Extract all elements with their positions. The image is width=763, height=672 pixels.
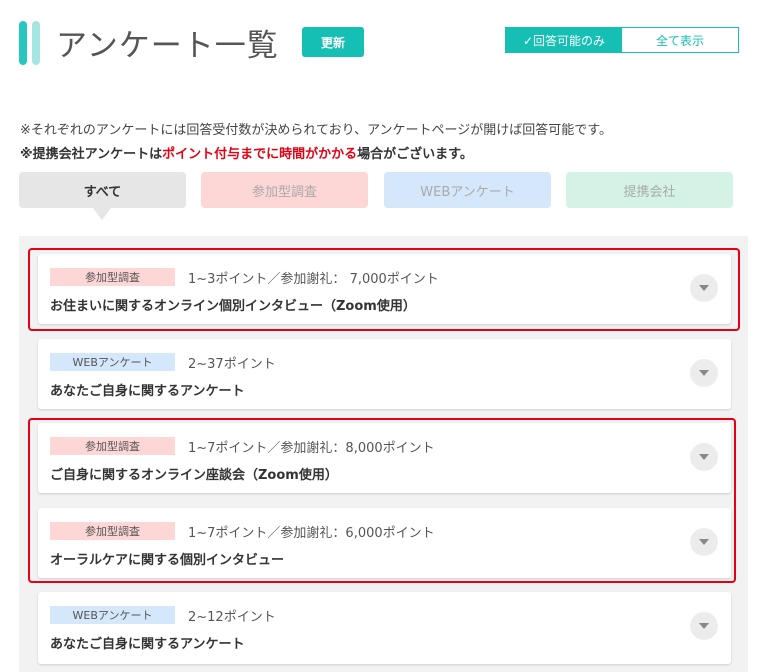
notice-warning-suffix: 場合がございます。	[357, 147, 473, 162]
tab-partner[interactable]: 提携会社	[566, 172, 733, 208]
toggle-answerable-only[interactable]: ✓回答可能のみ	[506, 28, 622, 52]
category-badge: WEBアンケート	[50, 606, 175, 624]
answerable-toggle: ✓回答可能のみ 全て表示	[505, 27, 739, 53]
survey-card[interactable]: WEBアンケート 2~37ポイント あなたご自身に関するアンケート	[38, 339, 731, 409]
chevron-down-icon[interactable]	[690, 612, 718, 640]
notice-warning-highlight: ポイント付与までに時間がかかる	[162, 147, 358, 162]
title-accent-bar-light	[32, 21, 40, 65]
tab-web-survey[interactable]: WEBアンケート	[384, 172, 551, 208]
title-accent-bar	[19, 21, 27, 65]
highlight-box	[28, 248, 740, 331]
chevron-down-icon[interactable]	[690, 359, 718, 387]
category-badge: WEBアンケート	[50, 353, 175, 371]
survey-points: 2~12ポイント	[188, 610, 276, 625]
highlight-box	[28, 418, 736, 583]
tab-participation-survey[interactable]: 参加型調査	[201, 172, 368, 208]
header: アンケート一覧 更新 ✓回答可能のみ 全て表示	[0, 0, 763, 80]
survey-title: あなたご自身に関するアンケート	[50, 637, 245, 652]
notice-warning: ※提携会社アンケートはポイント付与までに時間がかかる場合がございます。	[20, 143, 473, 162]
page-title: アンケート一覧	[56, 28, 279, 64]
notice-text: ※それぞれのアンケートには回答受付数が決められており、アンケートページが開けば回…	[20, 123, 612, 138]
tab-all[interactable]: すべて	[19, 172, 186, 220]
update-button[interactable]: 更新	[302, 27, 364, 57]
survey-title: あなたご自身に関するアンケート	[50, 384, 245, 399]
notice-warning-prefix: ※提携会社アンケートは	[20, 147, 163, 162]
survey-points: 2~37ポイント	[188, 357, 276, 372]
survey-card[interactable]: WEBアンケート 2~12ポイント あなたご自身に関するアンケート	[38, 592, 731, 664]
toggle-show-all[interactable]: 全て表示	[622, 28, 738, 52]
